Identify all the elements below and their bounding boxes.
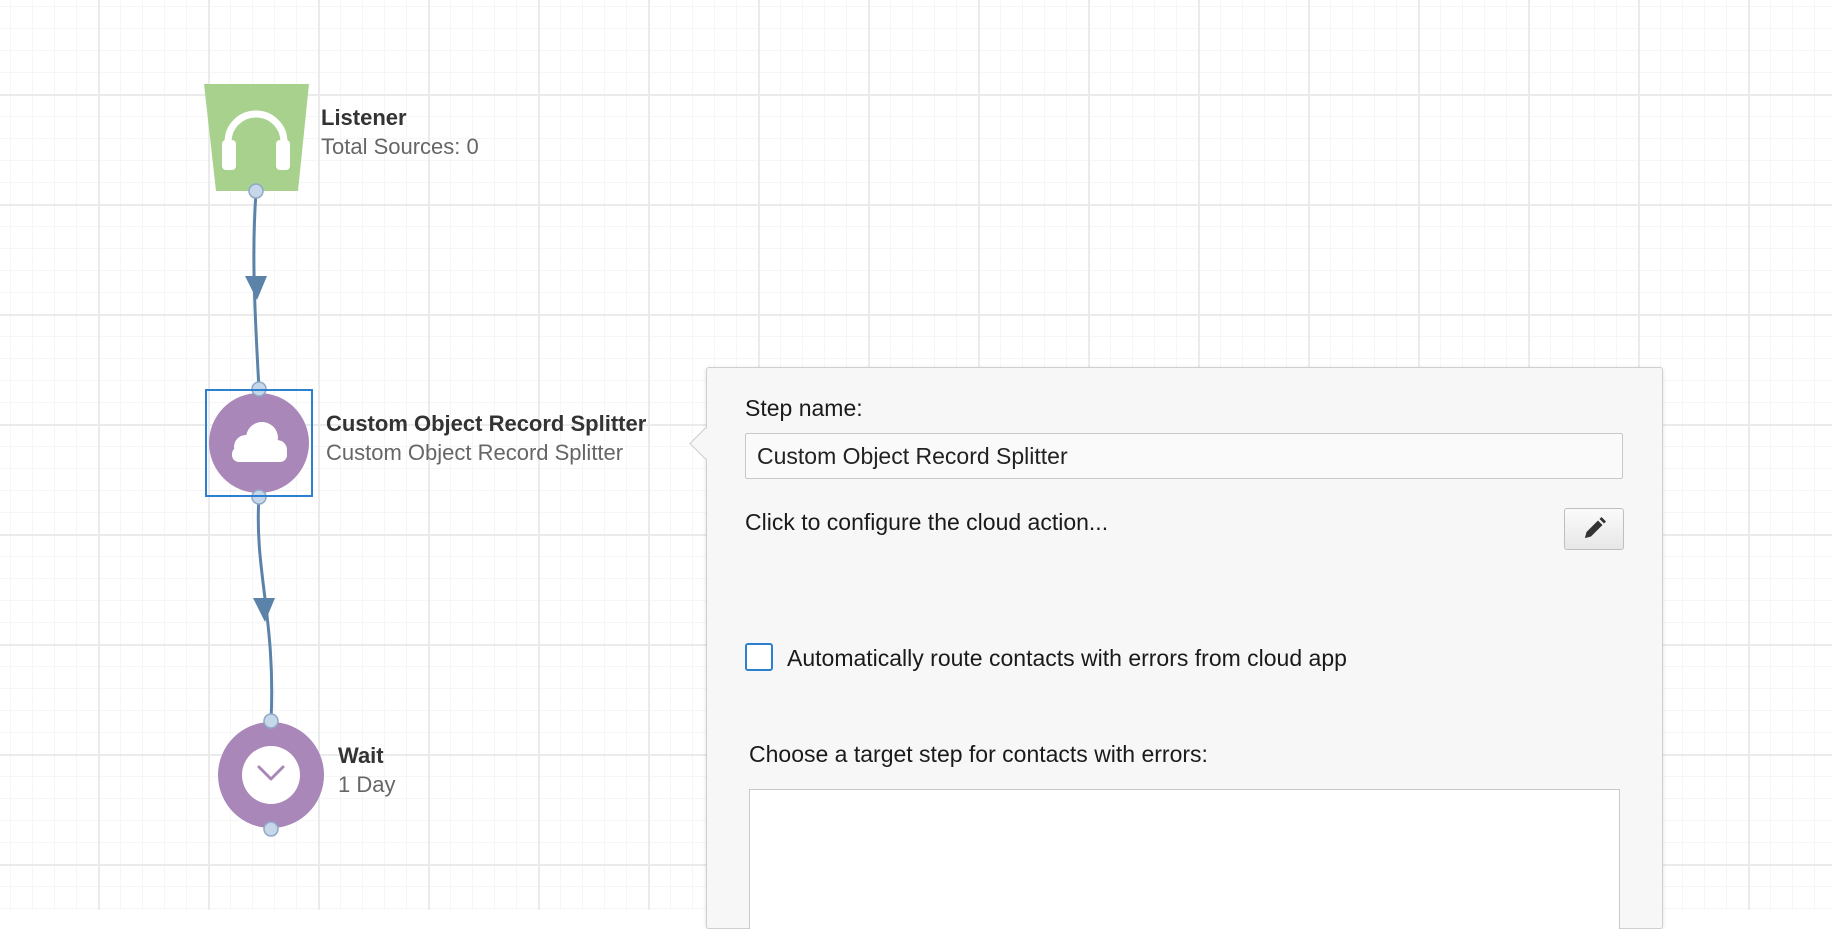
arrow-listener-splitter xyxy=(245,276,267,300)
wait-input-port xyxy=(263,713,279,729)
listener-subtitle: Total Sources: 0 xyxy=(321,134,479,160)
wait-label: Wait 1 Day xyxy=(338,743,395,799)
wait-output-port xyxy=(263,821,279,837)
splitter-title: Custom Object Record Splitter xyxy=(326,411,647,436)
wait-title: Wait xyxy=(338,743,384,768)
configure-cloud-action-text: Click to configure the cloud action... xyxy=(745,509,1109,535)
auto-route-checkbox[interactable] xyxy=(745,643,773,671)
selected-node-outline xyxy=(205,389,313,497)
target-step-dropzone[interactable] xyxy=(749,789,1620,929)
listener-title: Listener xyxy=(321,105,407,130)
step-name-input[interactable] xyxy=(745,433,1623,479)
splitter-label: Custom Object Record Splitter Custom Obj… xyxy=(326,411,646,467)
listener-label: Listener Total Sources: 0 xyxy=(321,105,479,161)
step-config-panel: Step name: Click to configure the cloud … xyxy=(689,367,1663,929)
wait-subtitle: 1 Day xyxy=(338,772,396,798)
arrow-splitter-wait xyxy=(253,598,275,622)
listener-shape xyxy=(204,84,309,191)
pencil-icon xyxy=(1585,517,1606,538)
clock-icon xyxy=(242,746,300,804)
wait-node[interactable] xyxy=(218,713,324,837)
auto-route-label: Automatically route contacts with errors… xyxy=(787,645,1347,671)
step-name-label: Step name: xyxy=(745,395,863,421)
listener-output-port xyxy=(248,183,264,199)
splitter-subtitle: Custom Object Record Splitter xyxy=(326,440,624,466)
target-step-label: Choose a target step for contacts with e… xyxy=(749,741,1208,767)
listener-node[interactable] xyxy=(204,84,309,199)
edit-cloud-action-button[interactable] xyxy=(1564,508,1624,550)
